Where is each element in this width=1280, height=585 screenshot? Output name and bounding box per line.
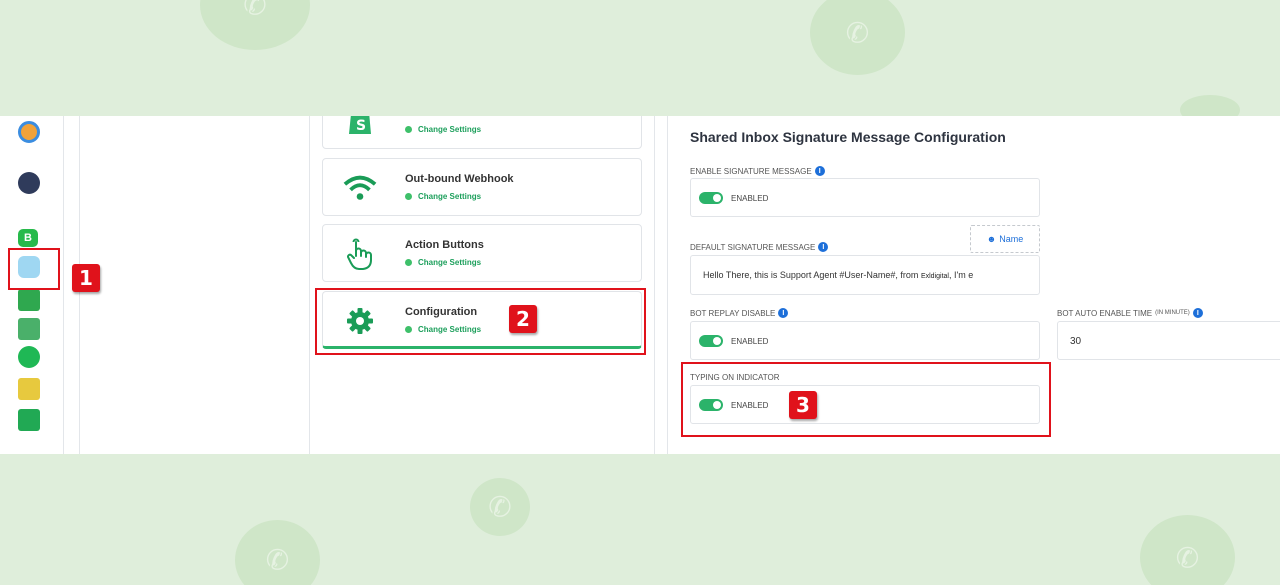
enable-signature-toggle[interactable] — [699, 192, 723, 204]
chat-bubble-icon[interactable] — [18, 172, 40, 194]
toggle-label: ENABLED — [731, 193, 769, 203]
background-phone-blob: ✆ — [235, 520, 320, 585]
megaphone-icon[interactable] — [18, 318, 40, 340]
bot-auto-enable-input[interactable]: 30 — [1057, 321, 1280, 360]
shopping-bag-icon[interactable] — [18, 409, 40, 431]
speedometer-icon[interactable] — [18, 121, 40, 143]
card-title: Out-bound Webhook — [405, 173, 514, 185]
svg-text:S: S — [356, 118, 366, 134]
shopify-icon: S — [343, 116, 377, 138]
bot-auto-enable-label: BOT AUTO ENABLE TIME (IN MINUTE) i — [1057, 308, 1203, 318]
wifi-icon — [343, 171, 377, 205]
user-icon: ☻ — [986, 234, 997, 244]
card-status[interactable]: Change Settings — [405, 125, 481, 134]
background-phone-blob: ✆ — [1140, 515, 1235, 585]
app-screenshot: B S Change Settings Out-bound Webhook Ch… — [0, 116, 1280, 454]
info-icon[interactable]: i — [818, 242, 829, 252]
sheets-icon[interactable] — [18, 289, 40, 311]
info-icon[interactable]: i — [814, 166, 825, 176]
background-phone-blob: ✆ — [470, 478, 530, 536]
bot-replay-label: BOT REPLAY DISABLE i — [690, 308, 789, 318]
default-signature-input[interactable]: Hello There, this is Support Agent #User… — [690, 255, 1040, 295]
toggle-label: ENABLED — [731, 336, 769, 346]
background-phone-blob: ✆ — [200, 0, 310, 50]
step-1-badge: 1 — [72, 264, 100, 292]
card-outbound-webhook[interactable]: Out-bound Webhook Change Settings — [322, 158, 642, 216]
info-icon[interactable]: i — [1192, 308, 1203, 318]
card-title: Action Buttons — [405, 239, 484, 251]
enable-signature-label: ENABLE SIGNATURE MESSAGE i — [690, 166, 825, 176]
card-status[interactable]: Change Settings — [405, 258, 481, 267]
card-action-buttons[interactable]: Action Buttons Change Settings — [322, 224, 642, 282]
settings-card-list: S Change Settings Out-bound Webhook Chan… — [310, 116, 655, 454]
bot-replay-toggle[interactable] — [699, 335, 723, 347]
background-phone-blob: ✆ — [810, 0, 905, 75]
step-2-badge: 2 — [509, 305, 537, 333]
highlight-configuration — [315, 288, 646, 355]
menu-column — [80, 116, 310, 454]
whatsapp-icon[interactable] — [18, 346, 40, 368]
info-icon[interactable]: i — [778, 308, 789, 318]
highlight-typing-indicator — [681, 362, 1051, 437]
pointer-hand-icon — [343, 237, 377, 271]
whatsapp-business-icon[interactable]: B — [18, 229, 38, 247]
integration-icon[interactable] — [18, 378, 40, 400]
card-shopify[interactable]: S Change Settings — [322, 116, 642, 149]
page-title: Shared Inbox Signature Message Configura… — [690, 129, 1006, 145]
insert-name-button[interactable]: ☻ Name — [970, 225, 1040, 253]
highlight-chatbot — [8, 248, 60, 290]
step-3-badge: 3 — [789, 391, 817, 419]
enable-signature-box: ENABLED — [690, 178, 1040, 217]
default-signature-label: DEFAULT SIGNATURE MESSAGE i — [690, 242, 829, 252]
bot-replay-box: ENABLED — [690, 321, 1040, 360]
card-status[interactable]: Change Settings — [405, 192, 481, 201]
